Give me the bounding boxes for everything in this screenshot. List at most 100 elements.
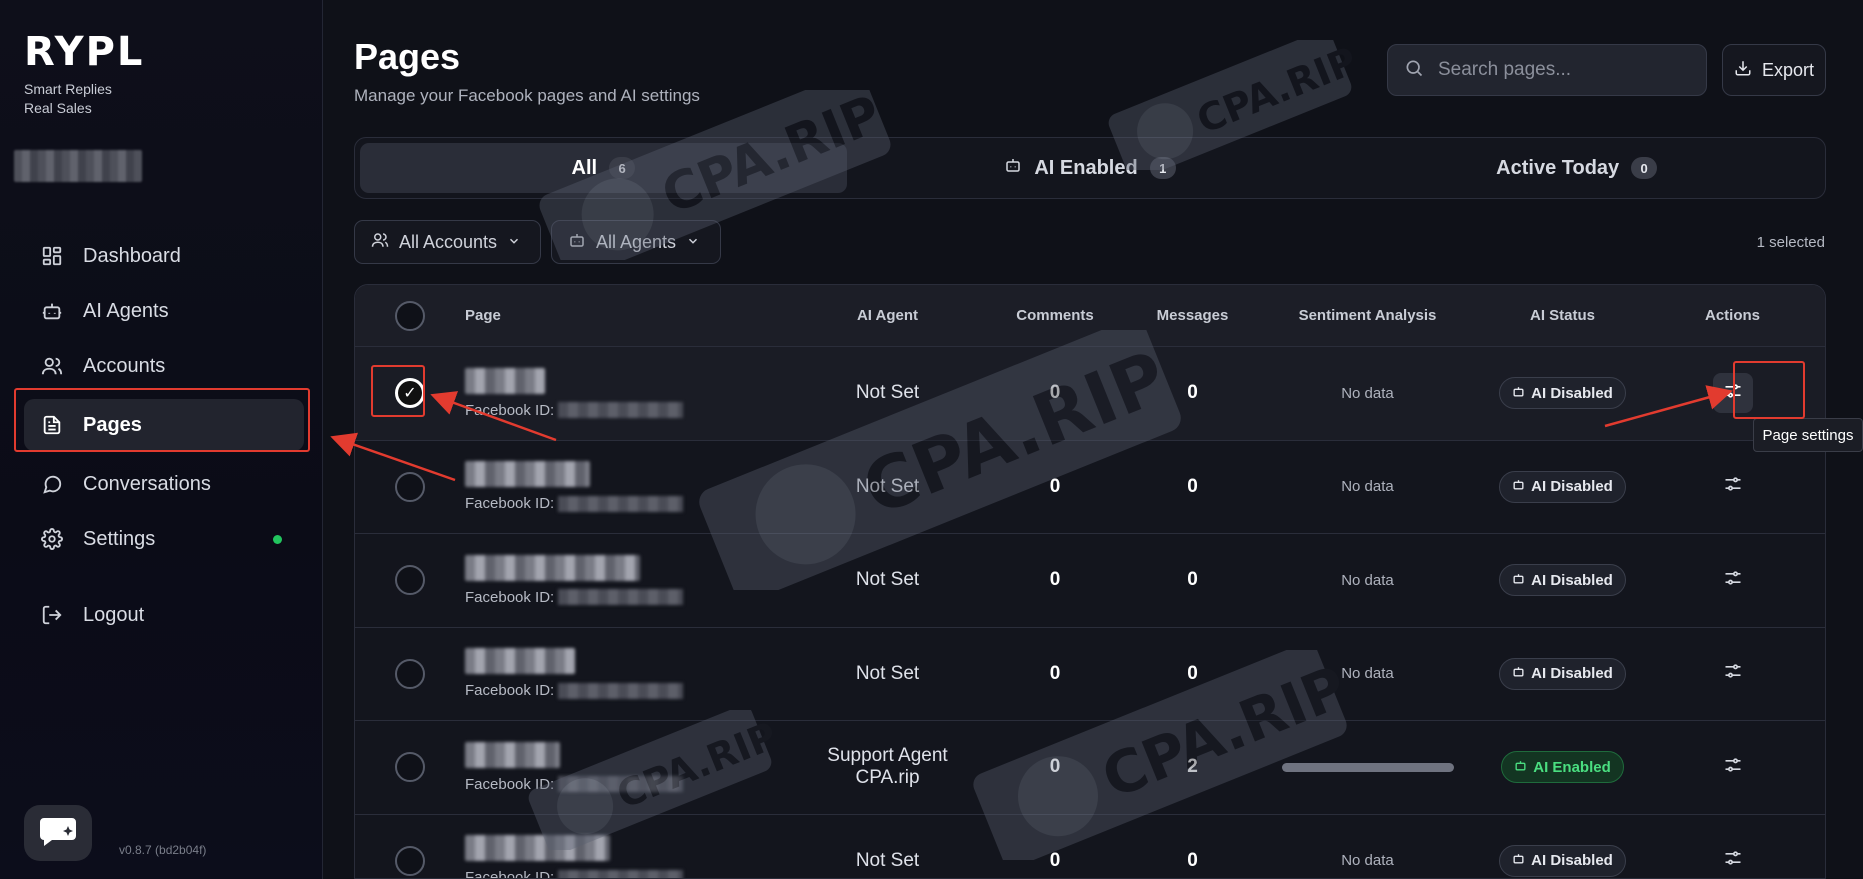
sliders-icon: [1723, 381, 1743, 406]
facebook-id-label: Facebook ID:: [465, 682, 555, 700]
check-icon: ✓: [403, 385, 417, 403]
facebook-id-label: Facebook ID:: [465, 588, 555, 606]
sliders-icon: [1723, 755, 1743, 780]
search-box[interactable]: [1387, 44, 1707, 96]
robot-icon: [1004, 156, 1022, 180]
sidebar-item-dashboard[interactable]: Dashboard: [24, 234, 304, 278]
comments-cell: 0: [1049, 382, 1061, 404]
messages-cell: 2: [1187, 756, 1198, 778]
row-select-cell: [355, 845, 465, 876]
row-select-cell: [355, 752, 465, 783]
accounts-filter-label: All Accounts: [399, 231, 498, 252]
page-settings-button[interactable]: [1714, 561, 1752, 599]
redacted-id: [558, 589, 684, 606]
users-icon: [371, 231, 389, 254]
table-row[interactable]: ✓ Facebook ID: Not Set 0 0 No data AI Di…: [355, 347, 1825, 441]
actions-cell: [1645, 373, 1820, 414]
row-checkbox[interactable]: ✓: [395, 378, 425, 409]
actions-cell: [1645, 468, 1820, 506]
sidebar-item-label: Dashboard: [83, 244, 181, 267]
app-version: v0.8.7 (bd2b04f): [119, 843, 207, 857]
status-label: AI Disabled: [1531, 665, 1613, 683]
sentiment-cell: No data: [1341, 384, 1394, 402]
table-row[interactable]: Facebook ID: Not Set 0 0 No data AI Disa…: [355, 441, 1825, 534]
tab-label: All: [571, 156, 598, 179]
tab-count-badge: 6: [609, 157, 636, 179]
sliders-icon: [1723, 474, 1743, 499]
status-label: AI Disabled: [1531, 852, 1613, 870]
status-dot: [273, 535, 282, 544]
status-label: AI Enabled: [1533, 758, 1611, 776]
select-all-checkbox[interactable]: [395, 300, 425, 331]
chevron-down-icon: [507, 232, 521, 253]
sentiment-cell: No data: [1341, 478, 1394, 496]
table-row[interactable]: Facebook ID: Support Agent CPA.rip 0 2 A…: [355, 721, 1825, 815]
agents-filter-dropdown[interactable]: All Agents: [551, 220, 721, 264]
accounts-filter-dropdown[interactable]: All Accounts: [354, 220, 541, 264]
table-row[interactable]: Facebook ID: Not Set 0 0 No data AI Disa…: [355, 628, 1825, 721]
search-input[interactable]: [1438, 59, 1688, 81]
grid-icon: [40, 244, 64, 268]
row-checkbox[interactable]: [395, 565, 425, 596]
page-cell: Facebook ID:: [465, 461, 795, 512]
table-row[interactable]: Facebook ID: Not Set 0 0 No data AI Disa…: [355, 534, 1825, 628]
page-settings-button[interactable]: [1714, 748, 1752, 786]
facebook-id: Facebook ID:: [465, 869, 795, 878]
page-settings-button[interactable]: [1714, 842, 1752, 878]
messages-cell: 0: [1187, 475, 1198, 497]
selected-count: 1 selected: [1756, 234, 1825, 251]
logout-button[interactable]: Logout: [24, 593, 304, 637]
messages-cell: 0: [1187, 382, 1198, 404]
row-checkbox[interactable]: [395, 845, 425, 876]
redacted-id: [558, 495, 684, 512]
page-cell: Facebook ID:: [465, 835, 795, 878]
redacted-page-name: [465, 367, 545, 394]
export-button[interactable]: Export: [1722, 44, 1826, 96]
select-all-cell: [355, 300, 465, 331]
page-filter-tabs: All 6 AI Enabled 1 Active Today 0: [354, 137, 1826, 199]
robot-icon: [40, 299, 64, 323]
tagline-line-1: Smart Replies: [24, 81, 112, 97]
facebook-id-label: Facebook ID:: [465, 775, 555, 793]
support-chat-button[interactable]: [24, 805, 92, 861]
table-row[interactable]: Facebook ID: Not Set 0 0 No data AI Disa…: [355, 815, 1825, 878]
ai-agent-cell: Support Agent CPA.rip: [827, 745, 948, 789]
tab-ai-enabled[interactable]: AI Enabled 1: [847, 143, 1334, 193]
sidebar-item-settings[interactable]: Settings: [24, 517, 304, 561]
facebook-id-label: Facebook ID:: [465, 495, 555, 513]
row-checkbox[interactable]: [395, 658, 425, 689]
redacted-id: [558, 776, 684, 793]
tab-count-badge: 1: [1149, 157, 1176, 179]
ai-status-cell: AI Disabled: [1480, 844, 1645, 877]
row-checkbox[interactable]: [395, 752, 425, 783]
app-logo: RYPL: [24, 29, 145, 75]
redacted-id: [558, 402, 684, 419]
robot-icon: [1512, 478, 1525, 495]
sliders-icon: [1723, 848, 1743, 873]
chevron-down-icon: [686, 232, 700, 253]
chat-bubble-icon: [40, 472, 64, 496]
actions-cell: [1645, 842, 1820, 878]
sentiment-cell: [1255, 762, 1480, 772]
row-checkbox[interactable]: [395, 471, 425, 502]
actions-cell: [1645, 748, 1820, 786]
ai-status-cell: AI Disabled: [1480, 564, 1645, 597]
search-icon: [1404, 58, 1424, 83]
header-comments: Comments: [1016, 307, 1094, 324]
header-actions: Actions: [1704, 307, 1760, 324]
sidebar-item-conversations[interactable]: Conversations: [24, 462, 304, 506]
ai-agent-cell: Not Set: [855, 662, 920, 684]
redacted-page-name: [465, 835, 610, 862]
tab-active-today[interactable]: Active Today 0: [1333, 143, 1820, 193]
page-settings-button[interactable]: [1714, 468, 1752, 506]
ai-agent-cell: Not Set: [855, 382, 920, 404]
sidebar-item-label: AI Agents: [83, 299, 169, 322]
sidebar-item-accounts[interactable]: Accounts: [24, 344, 304, 388]
status-label: AI Disabled: [1531, 478, 1613, 496]
tab-all[interactable]: All 6: [360, 143, 847, 193]
tab-label: AI Enabled: [1034, 156, 1138, 179]
sidebar-item-ai-agents[interactable]: AI Agents: [24, 289, 304, 333]
page-settings-button[interactable]: [1712, 373, 1753, 414]
page-settings-button[interactable]: [1714, 655, 1752, 693]
status-badge: AI Disabled: [1499, 470, 1626, 503]
